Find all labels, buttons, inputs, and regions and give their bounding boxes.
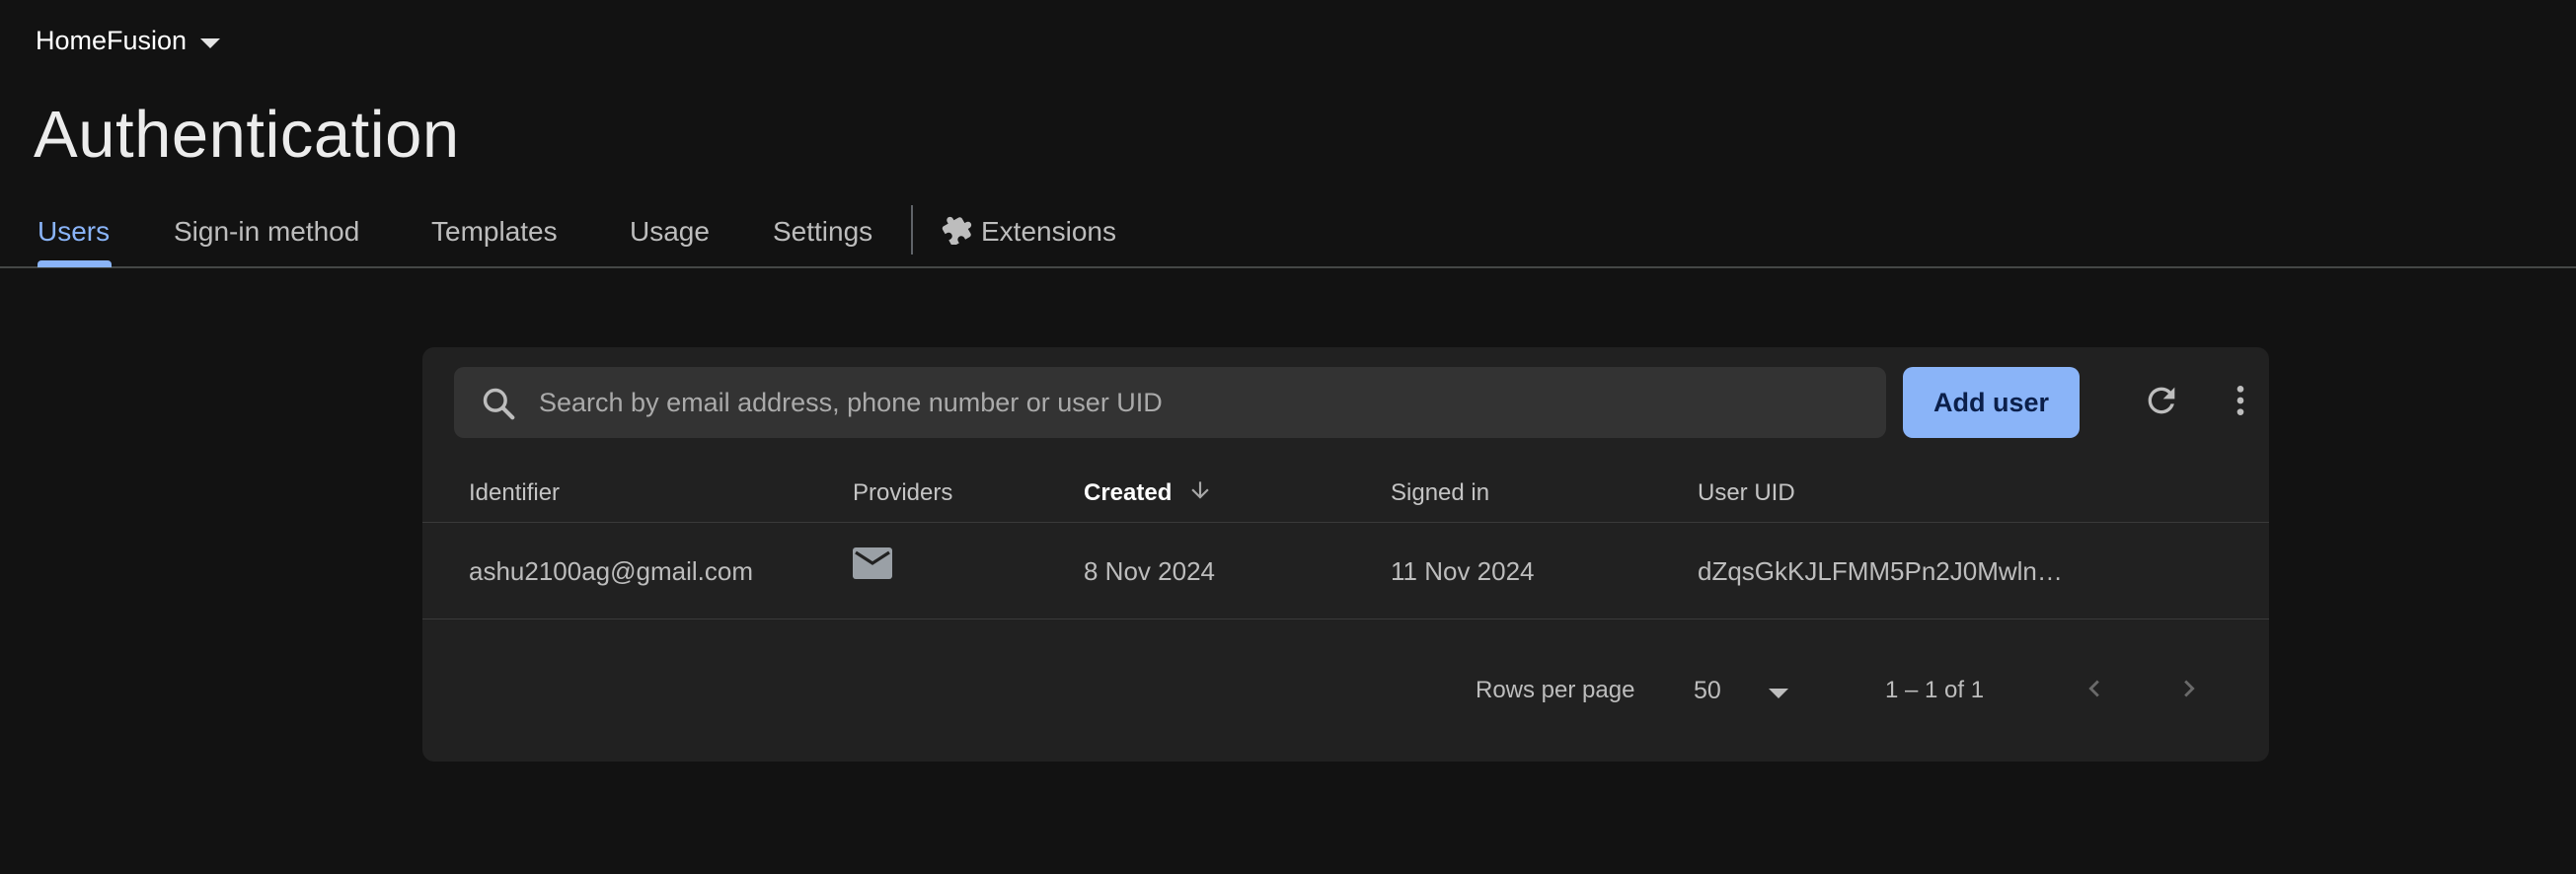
column-header-created[interactable]: Created	[1084, 464, 1213, 523]
signed-in-cell: 11 Nov 2024	[1391, 555, 1535, 586]
arrow-down-icon	[1187, 477, 1213, 510]
tab-bar: Users Sign-in method Templates Usage Set…	[0, 197, 2576, 268]
search-box[interactable]	[454, 367, 1886, 438]
tab-label: Sign-in method	[174, 216, 360, 247]
next-page-button[interactable]	[2165, 667, 2213, 714]
tab-label: Settings	[773, 216, 873, 247]
tab-divider	[911, 205, 913, 255]
column-header-signed-in: Signed in	[1391, 479, 1490, 506]
project-name: HomeFusion	[36, 26, 188, 55]
puzzle-icon	[942, 213, 973, 252]
rows-per-page-value: 50	[1694, 676, 1721, 704]
chevron-left-icon	[2078, 672, 2111, 710]
page-range: 1 – 1 of 1	[1885, 677, 1985, 703]
tab-extensions[interactable]: Extensions	[942, 197, 1116, 266]
tab-users[interactable]: Users	[38, 197, 110, 266]
column-header-label: Created	[1084, 479, 1173, 506]
tab-sign-in-method[interactable]: Sign-in method	[174, 197, 359, 266]
tab-label: Users	[38, 216, 111, 247]
previous-page-button[interactable]	[2071, 667, 2118, 714]
identifier-cell: ashu2100ag@gmail.com	[469, 555, 754, 586]
caret-down-icon	[200, 37, 221, 48]
caret-down-icon	[1769, 689, 1788, 698]
providers-cell	[853, 523, 892, 619]
users-card: Add user Identifier Providers Created	[422, 347, 2269, 762]
rows-per-page-label: Rows per page	[1476, 677, 1635, 703]
tab-label: Extensions	[981, 216, 1116, 247]
page-title: Authentication	[34, 98, 460, 172]
table-row[interactable]: ashu2100ag@gmail.com 8 Nov 2024 11 Nov 2…	[422, 523, 2269, 619]
tab-templates[interactable]: Templates	[431, 197, 558, 266]
column-header-providers: Providers	[853, 479, 953, 506]
user-uid-cell: dZqsGkKJLFMM5Pn2J0Mwln…	[1698, 555, 2063, 586]
column-header-user-uid: User UID	[1698, 479, 1795, 506]
project-switcher[interactable]: HomeFusion	[36, 26, 221, 56]
more-vert-icon	[2221, 381, 2260, 425]
add-user-button[interactable]: Add user	[1903, 367, 2080, 438]
tab-label: Usage	[630, 216, 710, 247]
active-tab-indicator	[38, 260, 112, 267]
more-options-button[interactable]	[2217, 379, 2264, 426]
tab-usage[interactable]: Usage	[630, 197, 710, 266]
tab-label: Templates	[431, 216, 558, 247]
tab-settings[interactable]: Settings	[773, 197, 872, 266]
table-header: Identifier Providers Created Signed in U…	[422, 464, 2269, 523]
email-icon	[853, 546, 892, 586]
refresh-button[interactable]	[2138, 379, 2185, 426]
created-cell: 8 Nov 2024	[1084, 555, 1215, 586]
column-header-identifier: Identifier	[469, 479, 561, 506]
search-input[interactable]	[539, 367, 1861, 438]
chevron-right-icon	[2172, 672, 2206, 710]
search-icon	[480, 385, 517, 427]
refresh-icon	[2142, 381, 2181, 425]
rows-per-page-select[interactable]: 50	[1694, 663, 1812, 718]
pagination: Rows per page 50 1 – 1 of 1	[422, 619, 2269, 762]
